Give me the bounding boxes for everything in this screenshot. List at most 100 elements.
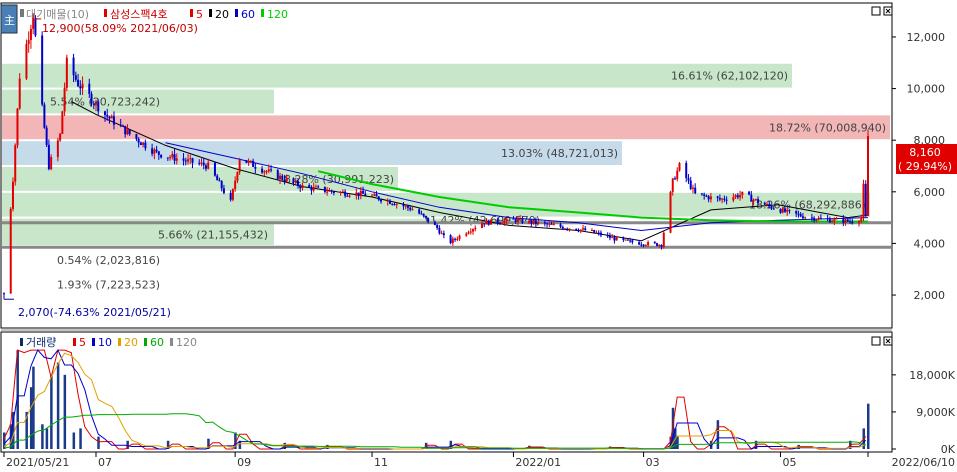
candle-body	[763, 202, 766, 205]
candle-body	[662, 232, 665, 247]
candle-body	[559, 224, 562, 227]
candle-body	[61, 111, 64, 134]
candle-body	[424, 215, 427, 218]
candle-body	[375, 194, 378, 197]
candle-body	[436, 225, 439, 228]
side-toolbar-glyph: 主	[4, 14, 15, 27]
volume-legend-swatch-ma	[92, 338, 95, 346]
candle-body	[593, 230, 596, 233]
candle-body	[689, 180, 692, 189]
candle-body	[826, 218, 829, 220]
x-tick-label: 2021/05/21	[6, 456, 69, 468]
candle-body	[108, 116, 111, 119]
candle-body	[546, 223, 549, 225]
candle-body	[328, 190, 331, 192]
candle-body	[119, 124, 122, 126]
volume-bar	[41, 424, 44, 449]
volume-legend-ma-label: 60	[150, 336, 164, 349]
candle-body	[597, 232, 600, 234]
candle-body	[606, 235, 609, 237]
y-tick-label: 10,000	[907, 83, 946, 96]
legend-swatch-title	[104, 9, 107, 17]
candle-body	[653, 242, 656, 244]
candle-body	[97, 101, 100, 112]
candle-body	[867, 135, 869, 217]
candle-body	[362, 190, 365, 194]
candle-body	[279, 175, 282, 180]
volume-layer	[3, 349, 870, 450]
volume-legend-ma-label: 10	[98, 336, 112, 349]
candle-body	[25, 43, 28, 79]
candle-body	[581, 228, 584, 230]
candle-body	[380, 199, 383, 202]
volume-maximize-button[interactable]	[871, 336, 881, 346]
candle-body	[842, 218, 845, 223]
candle-body	[137, 138, 140, 143]
candle-body	[754, 199, 757, 201]
candle-body	[465, 233, 468, 236]
candle-body	[474, 227, 477, 230]
candle-body	[92, 103, 95, 105]
candle-body	[236, 172, 239, 181]
candle-body	[534, 220, 537, 225]
candle-body	[454, 238, 457, 240]
candle-body	[797, 213, 800, 215]
candle-body	[357, 192, 360, 196]
candle-body	[732, 197, 735, 201]
candle-body	[584, 228, 587, 231]
candle-body	[629, 240, 632, 242]
legend-swatch-ma	[190, 9, 193, 17]
candle-body	[723, 198, 726, 200]
candle-body	[528, 220, 531, 223]
candle-body	[624, 239, 627, 241]
candle-body	[276, 170, 279, 180]
volume-y-tick-label: 0K	[941, 443, 956, 456]
candle-body	[160, 154, 163, 158]
candle-body	[451, 238, 454, 244]
candle-body	[561, 226, 564, 229]
maximize-button[interactable]	[871, 6, 881, 16]
candle-body	[420, 213, 423, 215]
candle-body	[386, 200, 389, 202]
volume-profile-label: 5.66% (21,155,432)	[158, 228, 268, 241]
candle-body	[81, 83, 84, 89]
candle-body	[846, 219, 849, 222]
candle-body	[779, 209, 782, 213]
candle-body	[734, 195, 737, 198]
candle-body	[207, 162, 210, 169]
candle-body	[615, 237, 618, 241]
chart-svg: 16.61% (62,102,120)5.54% (20,723,242)18.…	[0, 2, 957, 469]
volume-legend-swatch-ma	[73, 338, 76, 346]
legend-swatch-ma	[235, 9, 238, 17]
volume-profile-label: 0.54% (2,023,816)	[57, 254, 160, 267]
candle-body	[402, 204, 405, 207]
candle-body	[151, 148, 154, 154]
candle-body	[799, 214, 802, 217]
candle-body	[95, 101, 98, 105]
candle-body	[438, 227, 441, 234]
candle-body	[458, 235, 461, 239]
candle-body	[265, 171, 268, 173]
candle-body	[155, 149, 158, 152]
volume-bar	[32, 366, 35, 449]
candle-body	[45, 127, 48, 145]
volume-bar	[72, 432, 76, 449]
candle-body	[831, 221, 834, 223]
candle-body	[393, 204, 396, 206]
candle-body	[312, 186, 315, 191]
volume-bar	[45, 428, 49, 449]
candle-body	[173, 154, 176, 161]
candle-body	[112, 116, 115, 125]
volume-legend-ma-label: 20	[124, 336, 138, 349]
candle-body	[249, 160, 252, 162]
candle-body	[27, 40, 30, 44]
volume-ma-line	[3, 349, 867, 450]
candle-body	[530, 220, 533, 224]
candle-body	[314, 186, 317, 188]
candle-body	[371, 195, 374, 197]
stock-chart[interactable]: 16.61% (62,102,120) 5.54% (20,723,242) 18.…	[0, 0, 957, 469]
candle-body	[532, 220, 535, 224]
volume-profile-label: 5.54% (20,723,242)	[50, 95, 160, 108]
x-tick-label: 2022/01	[515, 456, 561, 468]
volume-legend-swatch-ma	[118, 338, 121, 346]
